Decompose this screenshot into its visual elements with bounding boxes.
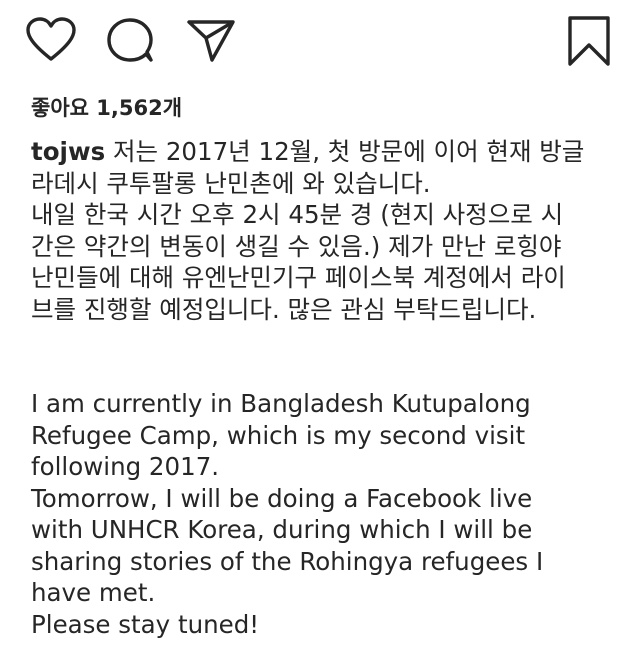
caption-paragraph-gap bbox=[31, 357, 616, 389]
paper-plane-icon[interactable] bbox=[186, 17, 236, 63]
caption-paragraph-gap bbox=[31, 325, 616, 357]
caption-line: I am currently in Bangladesh Kutupalong bbox=[31, 389, 531, 418]
caption-line: Please stay tuned! bbox=[31, 609, 260, 639]
username-link[interactable]: tojws bbox=[31, 137, 105, 166]
bookmark-icon[interactable] bbox=[566, 15, 612, 67]
caption-line: sharing stories of the Rohingya refugees… bbox=[31, 546, 544, 576]
instagram-post-detail: 좋아요 1,562개 tojws 저는 2017년 12월, 첫 방문에 이어 … bbox=[0, 0, 640, 646]
caption-line-1: tojws 저는 2017년 12월, 첫 방문에 이어 현재 방글 bbox=[31, 136, 616, 168]
heart-icon[interactable] bbox=[26, 17, 76, 63]
caption-line: 내일 한국 시간 오후 2시 45분 경 (현지 사정으로 시 bbox=[31, 200, 564, 229]
caption-line: Refugee Camp, which is my second visit bbox=[31, 420, 526, 450]
likes-count[interactable]: 좋아요 1,562개 bbox=[31, 92, 182, 122]
caption-line: 난민들에 대해 유엔난민기구 페이스북 계정에서 라이 bbox=[31, 263, 566, 292]
caption-line: 라데시 쿠투팔롱 난민촌에 와 있습니다. bbox=[31, 168, 431, 198]
caption-line: following 2017. bbox=[31, 452, 220, 481]
caption-line: have met. bbox=[31, 578, 156, 607]
caption-line: with UNHCR Korea, during which I will be bbox=[31, 515, 533, 544]
caption-line: 간은 약간의 변동이 생길 수 있음.) 제가 만난 로힝야 bbox=[31, 231, 562, 261]
post-caption: tojws 저는 2017년 12월, 첫 방문에 이어 현재 방글 라데시 쿠… bbox=[31, 136, 616, 640]
caption-text: 저는 2017년 12월, 첫 방문에 이어 현재 방글 bbox=[105, 137, 585, 166]
caption-line: 브를 진행할 예정입니다. 많은 관심 부탁드립니다. bbox=[31, 294, 537, 324]
caption-line: Tomorrow, I will be doing a Facebook liv… bbox=[31, 483, 533, 513]
comment-icon[interactable] bbox=[106, 17, 156, 63]
post-action-bar bbox=[0, 0, 640, 80]
